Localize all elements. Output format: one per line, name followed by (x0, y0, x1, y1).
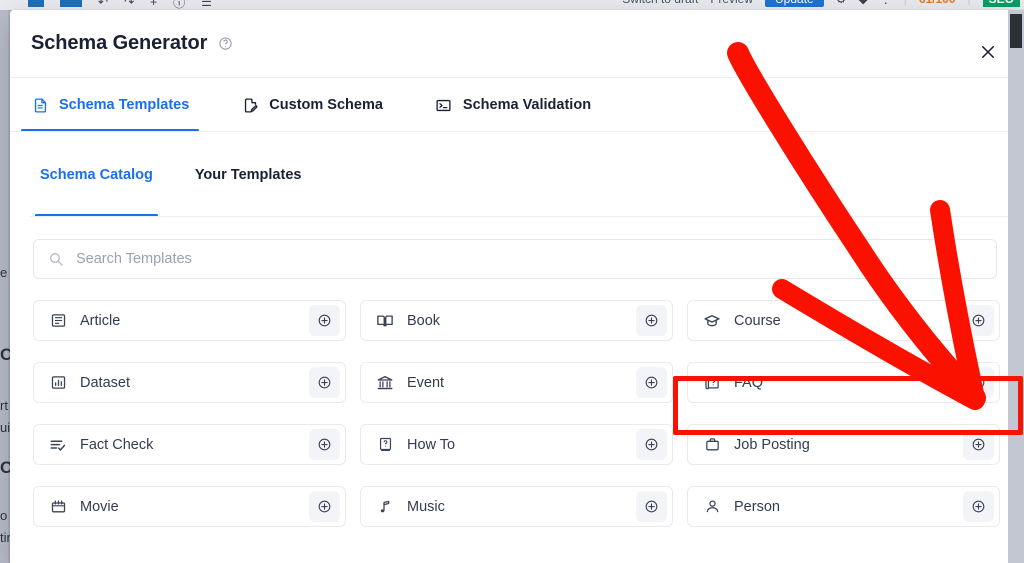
article-icon (49, 312, 67, 330)
tab-schema-validation[interactable]: Schema Validation (435, 78, 609, 132)
main-tabs: Schema Templates Custom Schema Schema Va… (10, 78, 1024, 132)
options-menu-icon[interactable]: ⋮ (880, 0, 892, 6)
plus-circle-icon[interactable] (963, 367, 994, 398)
seo-badge[interactable]: SEO (982, 0, 1020, 7)
page-title: Schema Generator (31, 32, 208, 54)
faq-icon (703, 374, 721, 392)
tab-custom-schema[interactable]: Custom Schema (241, 78, 401, 132)
plus-icon[interactable]: + (150, 0, 157, 9)
plus-circle-icon[interactable] (636, 367, 667, 398)
subtab-label: Schema Catalog (40, 166, 153, 183)
template-card-job-posting[interactable]: Job Posting (687, 424, 1000, 465)
template-card-dataset[interactable]: Dataset (33, 362, 346, 403)
vertical-scrollbar[interactable] (1008, 10, 1024, 563)
template-card-article[interactable]: Article (33, 300, 346, 341)
template-label: Music (407, 498, 445, 515)
template-label: Event (407, 374, 445, 391)
template-label: Person (734, 498, 780, 515)
bg-fragment: e (0, 558, 7, 563)
plus-circle-icon[interactable] (963, 429, 994, 460)
tab-label: Custom Schema (269, 97, 383, 113)
list-view-icon[interactable]: ☰ (201, 0, 212, 9)
tab-label: Schema Templates (59, 97, 190, 113)
tab-schema-templates[interactable]: Schema Templates (21, 78, 207, 132)
template-card-course[interactable]: Course (687, 300, 1000, 341)
person-icon (703, 498, 721, 516)
plus-circle-icon[interactable] (636, 491, 667, 522)
plus-circle-icon[interactable] (309, 305, 340, 336)
screen: ↶ ↷ + ⓘ ☰ Switch to draft Preview Update… (0, 0, 1024, 563)
plus-circle-icon[interactable] (309, 367, 340, 398)
template-label: Book (407, 312, 441, 329)
template-label: Movie (80, 498, 119, 515)
close-icon[interactable] (976, 40, 1000, 64)
template-label: Course (734, 312, 781, 329)
music-note-icon (376, 498, 394, 516)
template-card-fact-check[interactable]: Fact Check (33, 424, 346, 465)
template-card-book[interactable]: Book (360, 300, 673, 341)
preview-button[interactable]: Preview (710, 0, 753, 6)
tab-label: Schema Validation (462, 97, 592, 113)
dataset-icon (49, 374, 67, 392)
seo-score: 61/100 (919, 0, 956, 6)
template-grid: Article Book Course Dataset Event FAQ Fa… (33, 300, 1000, 527)
modal-body: Article (10, 217, 1024, 527)
search-icon (48, 251, 64, 267)
undo-icon[interactable]: ↶ (98, 0, 108, 9)
template-label: Job Posting (734, 436, 810, 453)
jetpack-icon[interactable]: ◆ (858, 0, 867, 6)
question-circle-icon[interactable] (218, 36, 233, 51)
sub-tabs: Schema Catalog Your Templates (10, 132, 1024, 217)
template-card-music[interactable]: Music (360, 486, 673, 527)
template-card-event[interactable]: Event (360, 362, 673, 403)
schema-generator-modal: Schema Generator Schema Templates Custom… (10, 10, 1024, 563)
plus-circle-icon[interactable] (963, 491, 994, 522)
plus-circle-icon[interactable] (636, 429, 667, 460)
bg-fragment: ui (0, 420, 11, 435)
admin-bar-separator: | (904, 0, 907, 6)
template-card-movie[interactable]: Movie (33, 486, 346, 527)
terminal-icon (435, 96, 453, 114)
document-icon (31, 96, 49, 114)
modal-header: Schema Generator (10, 10, 1024, 77)
search-bar[interactable] (33, 239, 997, 279)
template-card-how-to[interactable]: How To (360, 424, 673, 465)
plus-circle-icon[interactable] (309, 491, 340, 522)
template-label: Article (80, 312, 121, 329)
switch-to-draft-button[interactable]: Switch to draft (622, 0, 698, 6)
subtab-schema-catalog[interactable]: Schema Catalog (35, 132, 158, 217)
redo-icon[interactable]: ↷ (124, 0, 134, 9)
template-label: Dataset (80, 374, 130, 391)
clapperboard-icon (49, 498, 67, 516)
event-building-icon (376, 374, 394, 392)
bg-fragment: o (0, 508, 8, 523)
plus-circle-icon[interactable] (963, 305, 994, 336)
scrollbar-thumb[interactable] (1010, 14, 1022, 48)
admin-bar-logo-block-2 (60, 0, 82, 7)
admin-bar-separator-2: | (968, 0, 971, 6)
template-card-person[interactable]: Person (687, 486, 1000, 527)
template-card-faq[interactable]: FAQ (687, 362, 1000, 403)
fact-check-icon (49, 436, 67, 454)
bg-fragment: rt (0, 398, 8, 413)
bg-fragment: e (0, 265, 8, 280)
settings-gear-icon[interactable]: ⚙ (836, 0, 847, 6)
wordpress-admin-bar: ↶ ↷ + ⓘ ☰ Switch to draft Preview Update… (0, 0, 1024, 10)
subtab-label: Your Templates (194, 166, 302, 183)
plus-circle-icon[interactable] (636, 305, 667, 336)
briefcase-icon (703, 436, 721, 454)
book-icon (376, 312, 394, 330)
how-to-icon (376, 436, 394, 454)
template-label: FAQ (734, 374, 764, 391)
update-button[interactable]: Update (765, 0, 824, 7)
template-label: Fact Check (80, 436, 154, 453)
template-label: How To (407, 436, 456, 453)
admin-bar-logo-block (28, 0, 44, 7)
subtab-your-templates[interactable]: Your Templates (195, 132, 302, 217)
info-icon[interactable]: ⓘ (173, 0, 185, 10)
search-input[interactable] (76, 251, 982, 267)
document-edit-icon (241, 96, 259, 114)
plus-circle-icon[interactable] (309, 429, 340, 460)
graduation-cap-icon (703, 312, 721, 330)
